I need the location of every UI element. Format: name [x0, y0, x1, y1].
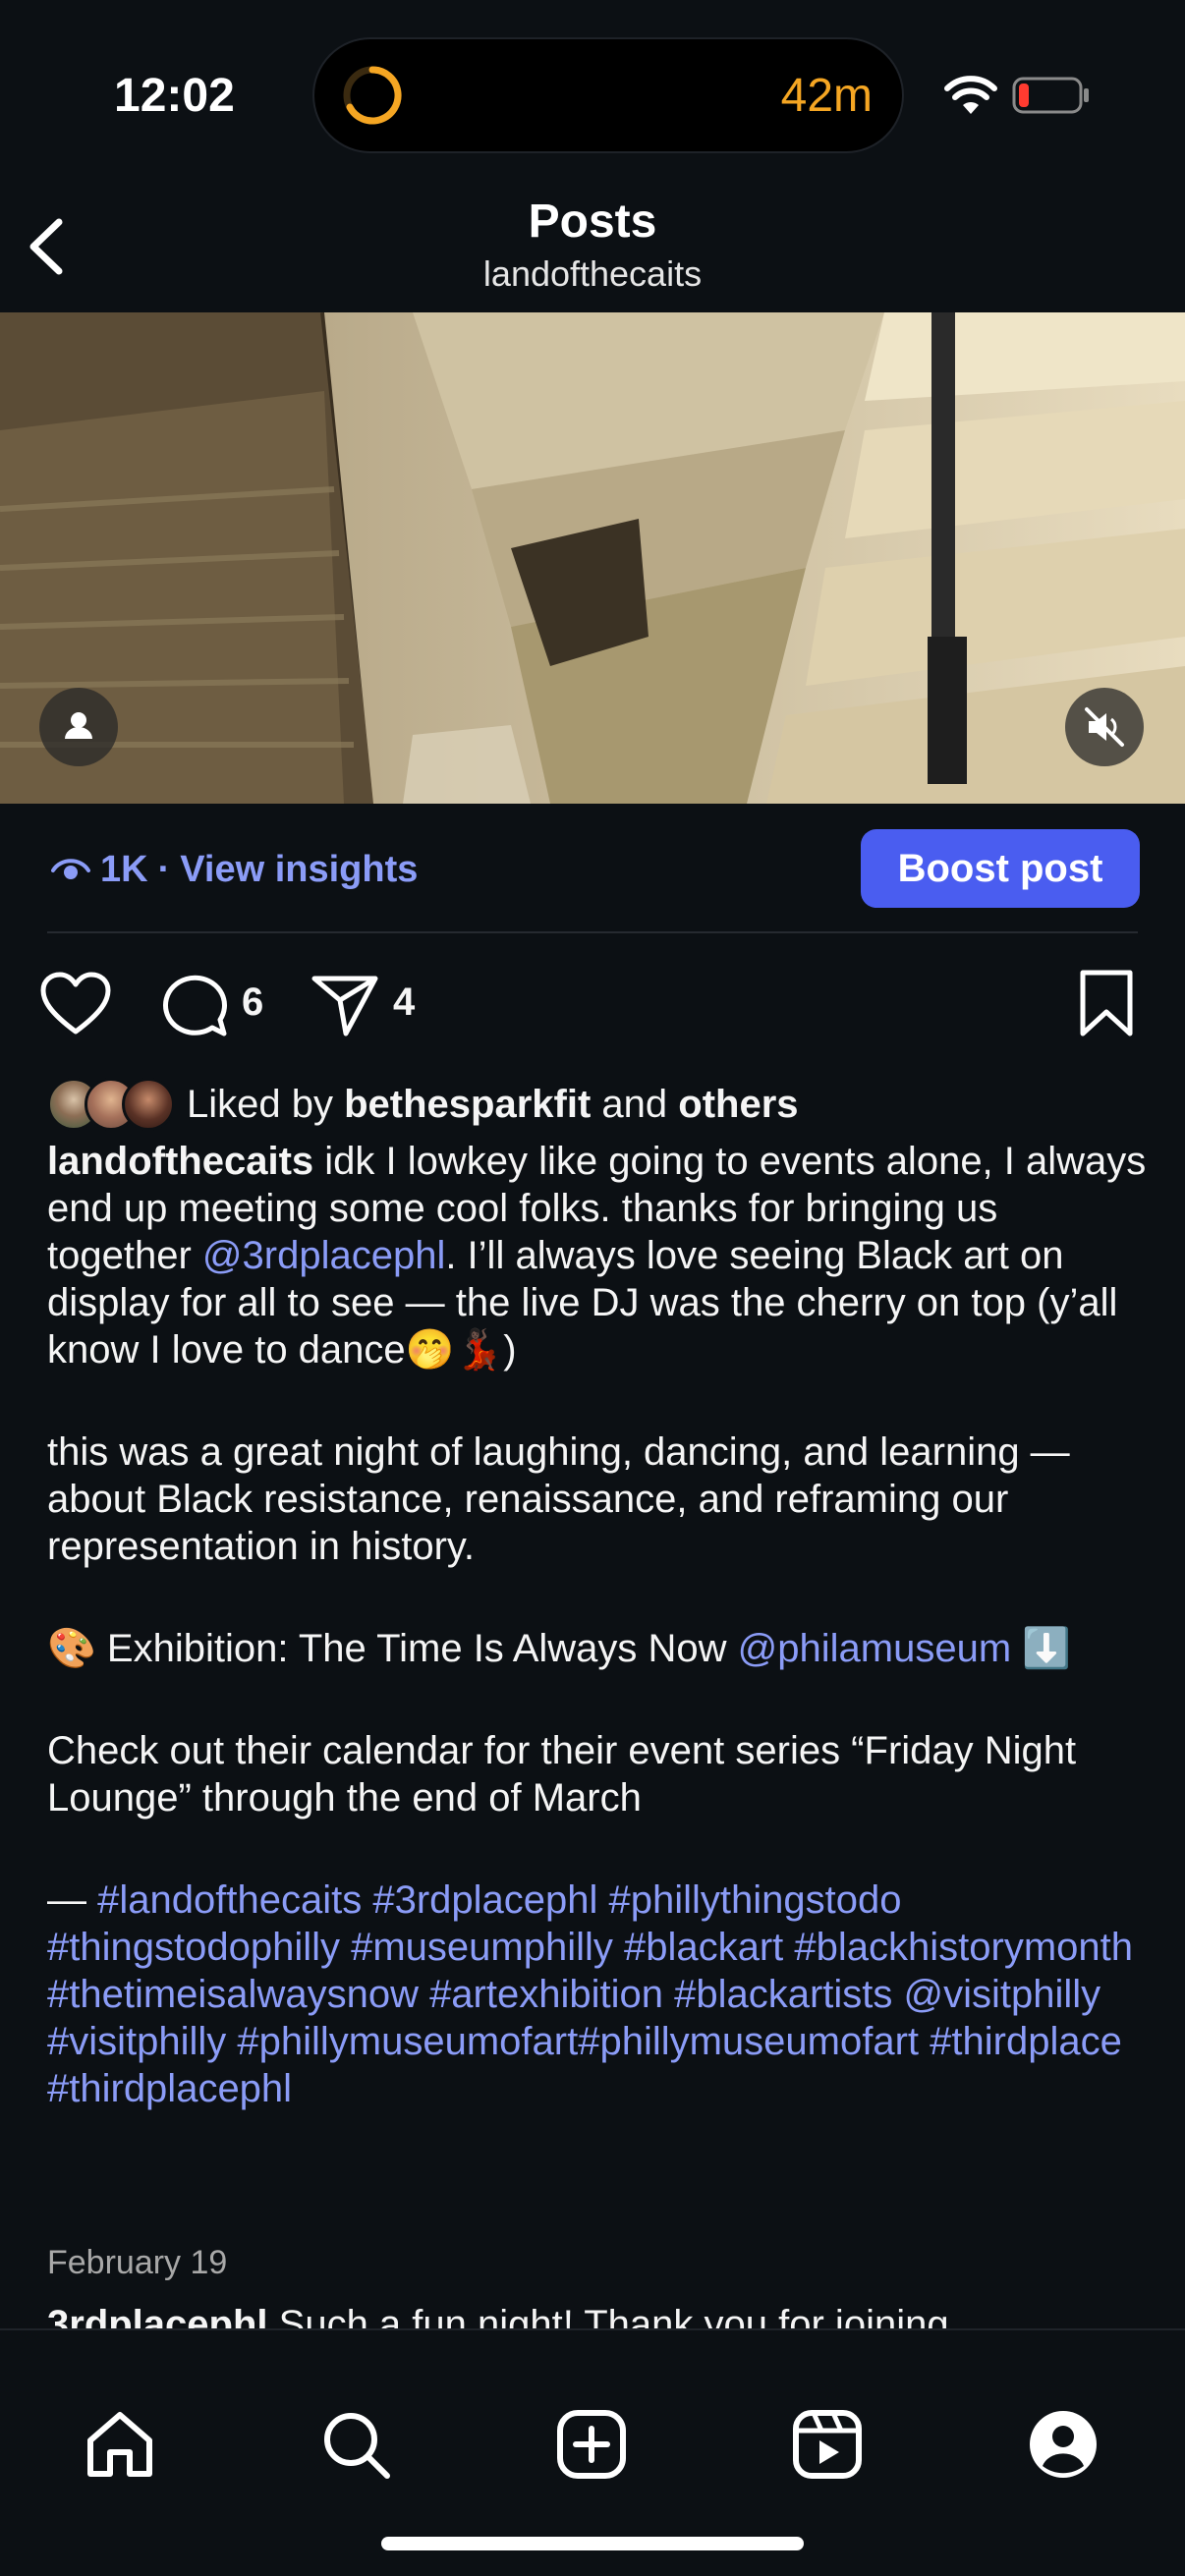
liked-by-row[interactable]: Liked by bethesparkfit and others: [47, 1075, 799, 1134]
caption-dash: —: [47, 1878, 86, 1922]
views-count: 1K: [100, 849, 148, 890]
comment-icon[interactable]: [161, 971, 230, 1039]
caption-text: 🎨 Exhibition: The Time Is Always Now: [47, 1627, 727, 1670]
liker-avatars: [47, 1076, 177, 1133]
home-icon[interactable]: [83, 2407, 157, 2482]
insights-row: 1K · View insights Boost post: [0, 804, 1185, 931]
person-icon: [65, 712, 92, 739]
liked-by-and: and: [601, 1082, 668, 1126]
page-title: Posts: [528, 196, 657, 248]
tag-people-button[interactable]: [39, 688, 118, 766]
posts-header: Posts landofthecaits: [0, 187, 1185, 314]
status-time: 12:02: [114, 70, 235, 122]
mention-3rdplacephl[interactable]: @3rdplacephl: [202, 1234, 445, 1277]
mute-toggle-button[interactable]: [1065, 688, 1144, 766]
liked-by-prefix: Liked by: [187, 1082, 333, 1126]
liked-by-text: Liked by bethesparkfit and others: [187, 1083, 799, 1127]
share-count: 4: [393, 980, 416, 1024]
search-icon[interactable]: [318, 2407, 393, 2482]
profile-icon[interactable]: [1026, 2407, 1100, 2482]
comment-preview[interactable]: 3rdplacephl Such a fun night! Thank you …: [47, 2301, 1148, 2330]
comment-username[interactable]: 3rdplacephl: [47, 2303, 268, 2330]
comment-text: Such a fun night! Thank you for joining: [278, 2303, 949, 2330]
activity-timer: 42m: [780, 70, 873, 122]
view-insights-link[interactable]: 1K · View insights: [51, 849, 418, 891]
home-indicator[interactable]: [381, 2537, 804, 2550]
insights-separator: ·: [157, 849, 171, 890]
mention-philamuseum[interactable]: @philamuseum: [738, 1627, 1012, 1670]
speaker-muted-icon: [1085, 707, 1124, 747]
hashtags[interactable]: #landofthecaits #3rdplacephl #phillythin…: [47, 1878, 1133, 2110]
view-insights-label: View insights: [180, 849, 419, 890]
caption-paragraph: Check out their calendar for their event…: [47, 1729, 1077, 1820]
liker-username[interactable]: bethesparkfit: [344, 1083, 591, 1126]
liked-by-others[interactable]: others: [678, 1083, 798, 1126]
down-arrow-emoji: ⬇️: [1022, 1627, 1072, 1670]
page-subtitle-username[interactable]: landofthecaits: [0, 253, 1185, 295]
status-bar: 12:02 42m: [0, 0, 1185, 187]
heart-icon[interactable]: [39, 971, 112, 1037]
post-video[interactable]: [0, 312, 1185, 804]
share-icon[interactable]: [310, 971, 379, 1039]
post-date: February 19: [47, 2244, 228, 2281]
boost-post-button[interactable]: Boost post: [861, 829, 1140, 908]
post-caption: landofthecaits idk I lowkey like going t…: [47, 1138, 1148, 2112]
eye-icon: [51, 858, 90, 879]
reels-icon[interactable]: [790, 2407, 865, 2482]
divider: [47, 931, 1138, 933]
dynamic-island[interactable]: 42m: [312, 37, 904, 153]
comment-count: 6: [242, 980, 264, 1024]
video-frame: [0, 312, 1185, 804]
caption-username[interactable]: landofthecaits: [47, 1140, 313, 1183]
create-icon[interactable]: [554, 2407, 629, 2482]
caption-paragraph: this was a great night of laughing, danc…: [47, 1430, 1070, 1568]
post-actions: 6 4: [0, 963, 1185, 1061]
avatar: [122, 1078, 175, 1131]
timer-icon: [343, 66, 402, 125]
bookmark-icon[interactable]: [1077, 969, 1136, 1039]
battery-low-icon: [1012, 77, 1089, 114]
wifi-icon: [944, 76, 997, 114]
